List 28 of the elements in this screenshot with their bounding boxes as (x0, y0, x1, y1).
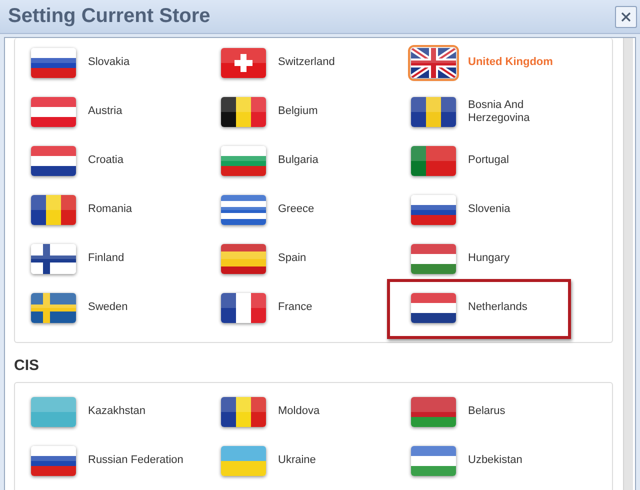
country-name[interactable]: Uzbekistan (468, 454, 588, 467)
country-name[interactable]: Slovenia (468, 203, 588, 216)
country-name[interactable]: Netherlands (468, 301, 588, 314)
close-icon (620, 10, 632, 22)
country-name[interactable]: Belgium (278, 105, 398, 118)
close-button[interactable] (615, 6, 637, 28)
country-name[interactable]: Austria (88, 105, 208, 118)
scrollbar[interactable] (623, 38, 633, 490)
country-name[interactable]: Romania (88, 203, 208, 216)
country-name[interactable]: Bosnia And Herzegovina (468, 98, 588, 124)
section-heading: CIS (14, 357, 40, 374)
country-name[interactable]: Croatia (88, 154, 208, 167)
country-name[interactable]: Bulgaria (278, 154, 398, 167)
country-name[interactable]: Switzerland (278, 56, 398, 69)
country-name[interactable]: Greece (278, 203, 398, 216)
country-name[interactable]: Russian Federation (88, 454, 208, 467)
country-name[interactable]: Kazakhstan (88, 405, 208, 418)
country-name[interactable]: Slovakia (88, 56, 208, 69)
country-name[interactable]: France (278, 301, 398, 314)
window-title: Setting Current Store (8, 5, 210, 28)
country-name[interactable]: Moldova (278, 405, 398, 418)
country-name[interactable]: Hungary (468, 252, 588, 265)
country-name[interactable]: Spain (278, 252, 398, 265)
country-name[interactable]: Finland (88, 252, 208, 265)
country-name[interactable]: Ukraine (278, 454, 398, 467)
country-name[interactable]: Sweden (88, 301, 208, 314)
country-name[interactable]: Portugal (468, 154, 588, 167)
country-name[interactable]: Belarus (468, 405, 588, 418)
